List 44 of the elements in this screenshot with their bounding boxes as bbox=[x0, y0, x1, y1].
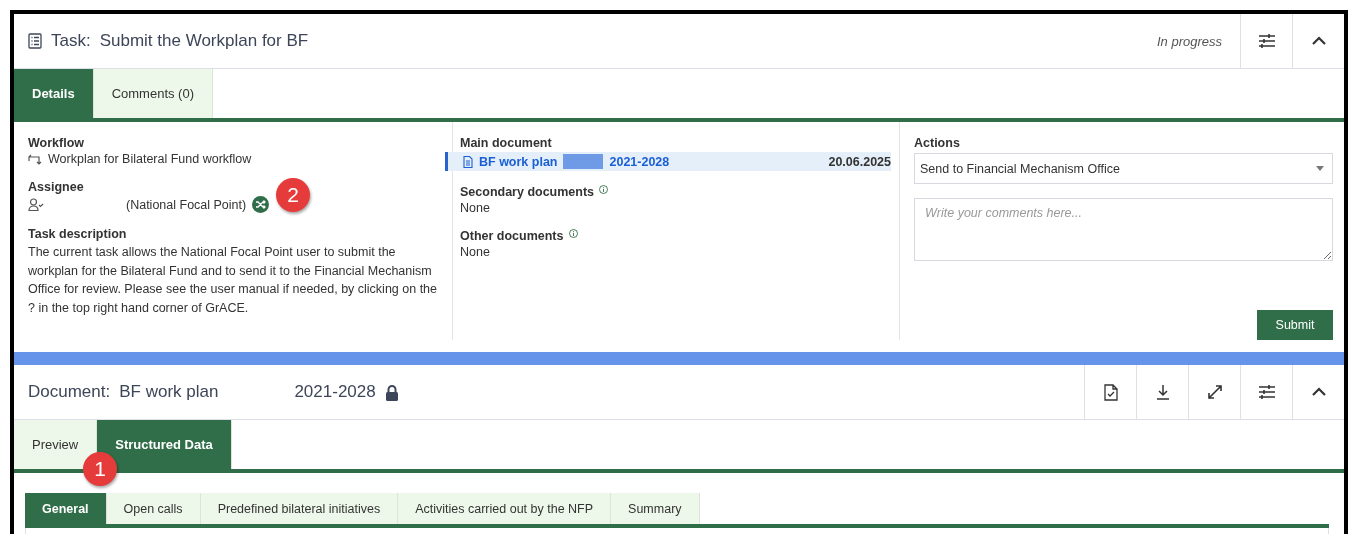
panel-title: Submit the Workplan for BF bbox=[99, 31, 309, 51]
reassign-icon[interactable] bbox=[252, 196, 270, 213]
field-label: Task description bbox=[28, 227, 127, 241]
field-value: None bbox=[460, 201, 490, 215]
tab[interactable]: General bbox=[25, 493, 107, 524]
redaction-block bbox=[563, 154, 604, 169]
panel-title: BF work plan bbox=[119, 382, 219, 402]
tab[interactable]: Activities carried out by the NFP bbox=[398, 493, 612, 524]
tab[interactable]: Comments (0) bbox=[93, 69, 213, 118]
caret-icon bbox=[1316, 166, 1324, 171]
task-description: The current task allows the National Focal Point user to submit the workplan for the Bilateral Fund and to send it to the Financial Mechanism Office for review. Please see the user manual if needed, by clicking on the ? in the top right hand corner of GrACE. bbox=[28, 244, 439, 317]
file-icon bbox=[463, 155, 473, 168]
info-icon bbox=[568, 229, 578, 238]
info-icon bbox=[599, 185, 609, 194]
field-label: Secondary documents bbox=[460, 185, 595, 199]
field-label: Other documents bbox=[460, 229, 564, 243]
tab[interactable]: Open calls bbox=[106, 493, 201, 524]
chevron-up-icon bbox=[1310, 36, 1327, 46]
workflow-icon bbox=[28, 153, 42, 165]
callout-badge: 2 bbox=[276, 178, 311, 212]
callout-badge: 1 bbox=[83, 452, 117, 486]
tab[interactable]: Details bbox=[14, 69, 94, 118]
panel-label: Document: bbox=[28, 382, 111, 402]
tab[interactable]: Predefined bilateral initiatives bbox=[200, 493, 399, 524]
field-label: Assignee bbox=[28, 180, 84, 194]
task-status: In progress bbox=[1156, 33, 1222, 49]
document-link[interactable]: BF work plan 2021-2028 20.06.2025 bbox=[445, 152, 891, 171]
field-label: Main document bbox=[460, 136, 552, 150]
user-check-icon bbox=[28, 198, 44, 211]
sliders-icon bbox=[1257, 33, 1276, 49]
download-icon bbox=[1155, 384, 1170, 400]
field-value: (National Focal Point) bbox=[126, 197, 247, 212]
field-value: Workplan for Bilateral Fund workflow bbox=[48, 152, 252, 166]
checklist-icon bbox=[28, 33, 42, 49]
sliders-icon bbox=[1257, 384, 1276, 400]
tab[interactable]: Summary bbox=[611, 493, 700, 524]
panel-label: Task: bbox=[51, 31, 91, 51]
expand-icon bbox=[1206, 384, 1223, 400]
field-label: Actions bbox=[914, 136, 960, 150]
field-value: None bbox=[460, 245, 490, 259]
file-check-icon bbox=[1103, 383, 1118, 401]
chevron-up-icon bbox=[1310, 387, 1327, 397]
field-label: Workflow bbox=[28, 136, 85, 150]
document-version: 2021-2028 bbox=[294, 382, 376, 402]
